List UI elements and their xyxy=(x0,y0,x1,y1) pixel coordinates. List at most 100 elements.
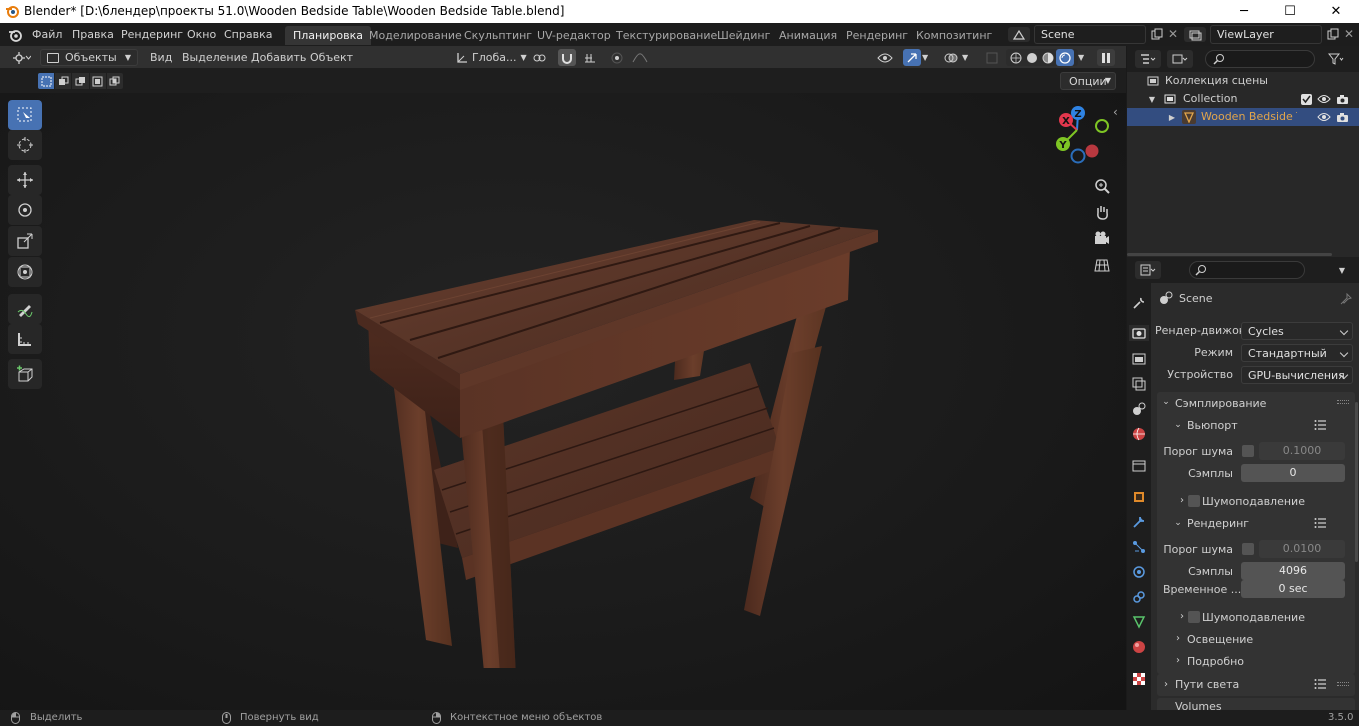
scale-tool[interactable] xyxy=(8,226,42,256)
viewport-denoise-checkbox[interactable] xyxy=(1188,495,1200,507)
render-denoise-checkbox[interactable] xyxy=(1188,611,1200,623)
mode-dropdown[interactable]: Объекты ▼ xyxy=(40,49,138,66)
select-extend-icon[interactable] xyxy=(55,73,72,89)
drag-handle-icon[interactable] xyxy=(1337,682,1349,686)
eye-icon[interactable] xyxy=(1317,111,1331,123)
feature-set-dropdown[interactable]: Стандартный xyxy=(1241,344,1353,362)
tab-layout[interactable]: Планировка xyxy=(285,26,371,45)
tab-rendering[interactable]: Рендеринг xyxy=(838,26,916,45)
world-tab-icon[interactable] xyxy=(1131,426,1147,442)
viewport-samples-field[interactable]: 0 xyxy=(1241,464,1345,482)
list-presets-icon[interactable] xyxy=(1313,517,1327,529)
select-invert-icon[interactable] xyxy=(89,73,106,89)
delete-scene-icon[interactable]: ✕ xyxy=(1166,27,1180,41)
measure-tool[interactable] xyxy=(8,324,42,354)
advanced-subpanel-title[interactable]: Подробно xyxy=(1187,655,1244,668)
chevron-down-icon[interactable]: ⌄ xyxy=(1161,396,1171,408)
texture-tab-icon[interactable] xyxy=(1131,671,1147,687)
render-denoise-label[interactable]: Шумоподавление xyxy=(1202,611,1305,624)
tool-tab-icon[interactable] xyxy=(1131,295,1147,311)
scene-tab-icon[interactable] xyxy=(1131,401,1147,417)
viewport-noise-threshold-field[interactable]: 0.1000 xyxy=(1259,442,1345,460)
data-mesh-tab-icon[interactable] xyxy=(1131,614,1147,630)
menu-add[interactable]: Добавить xyxy=(251,49,306,66)
expand-arrow-icon[interactable]: ▼ xyxy=(1147,93,1157,105)
cursor-tool[interactable] xyxy=(8,130,42,160)
material-tab-icon[interactable] xyxy=(1131,639,1147,655)
time-limit-field[interactable]: 0 sec xyxy=(1241,580,1345,598)
modifier-wrench-icon[interactable] xyxy=(1131,514,1147,530)
render-noise-threshold-field[interactable]: 0.0100 xyxy=(1259,540,1345,558)
snap-target-dropdown[interactable] xyxy=(578,49,604,66)
visibility-dropdown[interactable] xyxy=(872,49,898,66)
outliner-row-collection[interactable]: ▼ Collection xyxy=(1127,90,1359,108)
tab-modeling[interactable]: Моделирование xyxy=(361,26,470,45)
outliner-row-object[interactable]: ▶ Wooden Bedside Tab xyxy=(1127,108,1359,126)
add-cube-tool[interactable] xyxy=(8,359,42,389)
scene-icon[interactable] xyxy=(1008,27,1030,42)
tab-texture-paint[interactable]: Текстурирование xyxy=(608,26,725,45)
tab-uv-editing[interactable]: UV-редактор xyxy=(529,26,619,45)
filter-icon[interactable] xyxy=(1323,50,1349,68)
sampling-title[interactable]: Сэмплирование xyxy=(1175,397,1266,410)
menu-window[interactable]: Окно xyxy=(187,28,216,41)
volumes-title[interactable]: Volumes xyxy=(1175,700,1222,710)
scene-selector[interactable]: Scene ✕ xyxy=(1006,25,1178,44)
editor-type-button[interactable] xyxy=(8,49,36,66)
delete-view-layer-icon[interactable]: ✕ xyxy=(1342,27,1356,41)
blender-menu-icon[interactable] xyxy=(7,27,23,43)
solid-shading-icon[interactable] xyxy=(1024,52,1040,64)
volumes-panel[interactable]: Volumes xyxy=(1157,698,1355,710)
expand-arrow-icon[interactable]: ▶ xyxy=(1167,111,1177,123)
viewport-denoise-label[interactable]: Шумоподавление xyxy=(1202,495,1305,508)
navigation-gizmo[interactable]: Z X Y xyxy=(1040,103,1116,167)
chevron-right-icon[interactable]: › xyxy=(1173,632,1183,644)
maximize-button[interactable]: ☐ xyxy=(1267,0,1313,23)
proportional-falloff-dropdown[interactable] xyxy=(628,49,652,66)
chevron-down-icon[interactable]: ⌄ xyxy=(1173,517,1183,529)
drag-handle-icon[interactable] xyxy=(1337,400,1349,404)
chevron-right-icon[interactable]: › xyxy=(1177,610,1187,622)
device-dropdown[interactable]: GPU-вычисления xyxy=(1241,366,1353,384)
copy-scene-icon[interactable] xyxy=(1150,27,1164,41)
outliner-row-scene-collection[interactable]: Коллекция сцены xyxy=(1127,72,1359,90)
object-tab-icon[interactable] xyxy=(1131,489,1147,505)
menu-select[interactable]: Выделение xyxy=(182,49,248,66)
tab-animation[interactable]: Анимация xyxy=(771,26,845,45)
overlays-toggle[interactable] xyxy=(942,49,960,66)
menu-edit[interactable]: Правка xyxy=(72,28,114,41)
close-button[interactable]: ✕ xyxy=(1313,0,1359,23)
select-intersect-icon[interactable] xyxy=(106,73,124,89)
snap-toggle[interactable] xyxy=(558,49,576,66)
display-mode-icon[interactable] xyxy=(1167,50,1193,68)
light-paths-title[interactable]: Пути света xyxy=(1175,678,1239,691)
camera-view-icon[interactable] xyxy=(1092,228,1112,248)
menu-render[interactable]: Рендеринг xyxy=(121,28,183,41)
properties-editor-type-icon[interactable] xyxy=(1135,261,1161,279)
render-tab-icon[interactable] xyxy=(1129,325,1149,341)
select-new-icon[interactable] xyxy=(38,73,55,89)
menu-view[interactable]: Вид xyxy=(150,49,172,66)
gizmo-dropdown-icon[interactable]: ▼ xyxy=(922,49,934,66)
view-layer-tab-icon[interactable] xyxy=(1131,376,1147,392)
wooden-bedside-table-render[interactable] xyxy=(340,118,900,668)
tab-shading[interactable]: Шейдинг xyxy=(709,26,778,45)
particles-tab-icon[interactable] xyxy=(1131,539,1147,555)
properties-scrollbar[interactable] xyxy=(1355,402,1358,562)
overlays-dropdown-icon[interactable]: ▼ xyxy=(962,49,974,66)
viewport-noise-threshold-checkbox[interactable] xyxy=(1242,445,1254,457)
chevron-right-icon[interactable]: › xyxy=(1177,494,1187,506)
eye-icon[interactable] xyxy=(1317,93,1331,105)
xray-toggle[interactable] xyxy=(984,49,1000,66)
transform-orientation-dropdown[interactable]: Глоба... ▼ xyxy=(452,49,527,66)
menu-object[interactable]: Объект xyxy=(310,49,353,66)
wireframe-shading-icon[interactable] xyxy=(1008,52,1024,64)
proportional-edit-toggle[interactable] xyxy=(608,49,626,66)
tab-compositing[interactable]: Композитинг xyxy=(908,26,1000,45)
copy-view-layer-icon[interactable] xyxy=(1326,27,1340,41)
zoom-icon[interactable] xyxy=(1092,176,1112,196)
options-dropdown[interactable]: Опции ▼ xyxy=(1060,72,1116,90)
chevron-down-icon[interactable]: ▼ xyxy=(1335,263,1349,277)
select-subtract-icon[interactable] xyxy=(72,73,89,89)
physics-tab-icon[interactable] xyxy=(1131,564,1147,580)
